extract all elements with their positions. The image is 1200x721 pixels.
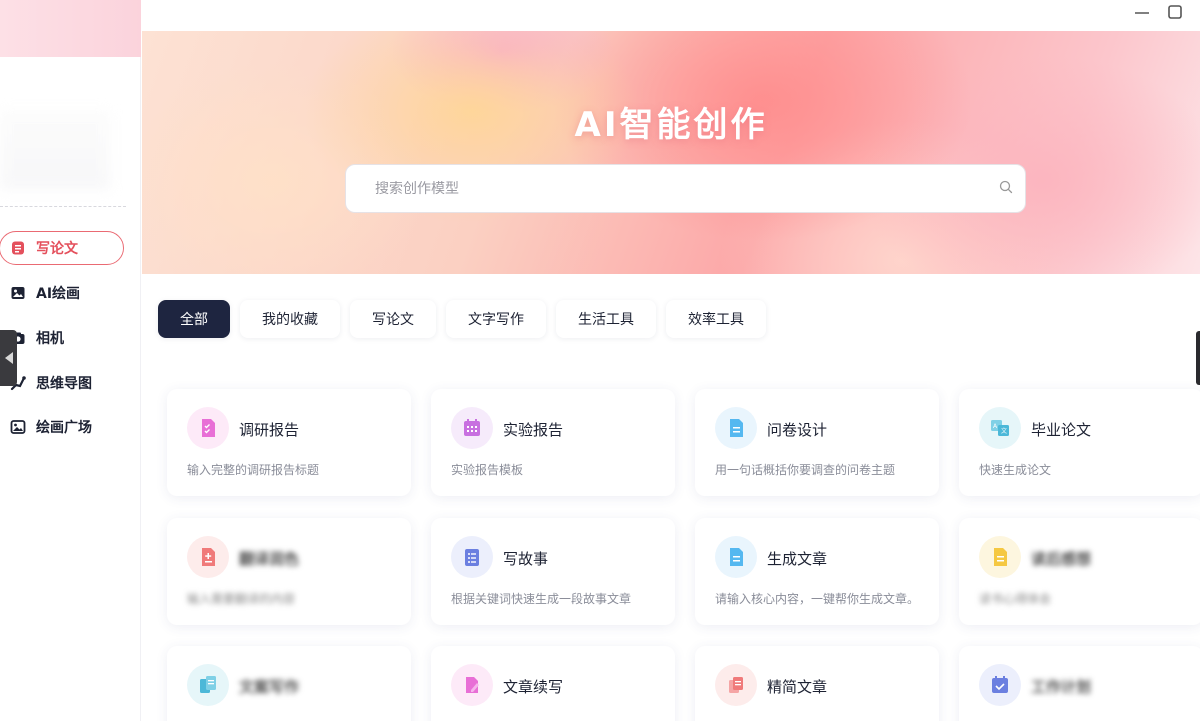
card-title: 文案写作 — [239, 678, 300, 696]
tab-favorites[interactable]: 我的收藏 — [240, 300, 340, 338]
template-card-experiment-report[interactable]: 实验报告 实验报告模板 — [431, 389, 675, 496]
card-title: 工作计划 — [1031, 678, 1092, 696]
card-title: 生成文章 — [767, 550, 828, 568]
template-card-simplify-article[interactable]: 精简文章 — [695, 646, 939, 721]
card-desc: 请输入核心内容，一键帮你生成文章。 — [715, 592, 920, 606]
card-title: 问卷设计 — [767, 421, 828, 439]
sidebar-user-area — [0, 110, 110, 190]
sidebar-item-ai-painting[interactable]: AI绘画 — [0, 276, 125, 310]
template-card-story[interactable]: 写故事 根据关键词快速生成一段故事文章 — [431, 518, 675, 625]
sidebar-item-label: 相机 — [36, 331, 64, 347]
minimize-icon — [1135, 12, 1149, 14]
search-box[interactable] — [345, 164, 1026, 213]
card-title: 调研报告 — [239, 421, 300, 439]
card-desc: 实验报告模板 — [451, 463, 524, 477]
card-title: 实验报告 — [503, 421, 564, 439]
card-desc: 读书心得体会 — [979, 592, 1052, 606]
template-card-thesis[interactable]: A文 毕业论文 快速生成论文 — [959, 389, 1200, 496]
document-icon — [10, 240, 26, 256]
doc-lines-icon — [715, 407, 757, 449]
sidebar-item-camera[interactable]: 相机 — [0, 321, 125, 355]
maximize-button[interactable] — [1163, 2, 1187, 22]
template-card-questionnaire[interactable]: 问卷设计 用一句话概括你要调查的问卷主题 — [695, 389, 939, 496]
sidebar-item-write-paper[interactable]: 写论文 — [0, 231, 124, 265]
right-panel-handle[interactable] — [1196, 331, 1200, 385]
card-desc: 输入需要翻译的内容 — [187, 592, 296, 606]
triangle-left-icon — [4, 352, 13, 364]
tab-all[interactable]: 全部 — [158, 300, 230, 338]
card-desc: 快速生成论文 — [979, 463, 1052, 477]
stack-doc-icon — [715, 664, 757, 706]
pen-doc-icon — [451, 664, 493, 706]
template-card-blurred-1[interactable]: 翻译润色 输入需要翻译的内容 — [167, 518, 411, 625]
template-card-blurred-3[interactable]: 文案写作 — [167, 646, 411, 721]
template-card-generate-article[interactable]: 生成文章 请输入核心内容，一键帮你生成文章。 — [695, 518, 939, 625]
sidebar: 写论文 AI绘画 相机 思维导图 绘画广场 — [0, 0, 141, 721]
hero-title: AI智能创作 — [574, 105, 768, 145]
card-title: 翻译润色 — [239, 550, 300, 568]
tab-text-writing[interactable]: 文字写作 — [446, 300, 546, 338]
minimize-button[interactable] — [1130, 2, 1154, 22]
maximize-icon — [1168, 5, 1182, 19]
template-card-continue-writing[interactable]: 文章续写 — [431, 646, 675, 721]
sidebar-item-label: 绘画广场 — [36, 420, 92, 436]
svg-text:文: 文 — [1001, 427, 1007, 435]
translate-doc-icon: A文 — [979, 407, 1021, 449]
card-desc: 用一句话概括你要调查的问卷主题 — [715, 463, 896, 477]
card-title: 文章续写 — [503, 678, 564, 696]
doc-plus-icon — [187, 536, 229, 578]
list-icon — [451, 536, 493, 578]
sidebar-item-mindmap[interactable]: 思维导图 — [0, 366, 125, 400]
doc-lines-icon — [979, 536, 1021, 578]
card-title: 写故事 — [503, 550, 549, 568]
calendar-grid-icon — [451, 407, 493, 449]
hero-banner: AI智能创作 — [142, 31, 1200, 274]
tab-life-tools[interactable]: 生活工具 — [556, 300, 656, 338]
sidebar-item-gallery[interactable]: 绘画广场 — [0, 410, 125, 444]
template-card-blurred-2[interactable]: 读后感想 读书心得体会 — [959, 518, 1200, 625]
checklist-icon — [187, 407, 229, 449]
template-card-research-report[interactable]: 调研报告 输入完整的调研报告标题 — [167, 389, 411, 496]
sidebar-item-label: 写论文 — [36, 241, 78, 257]
sidebar-divider — [0, 206, 126, 207]
calendar-check-icon — [979, 664, 1021, 706]
template-card-blurred-4[interactable]: 工作计划 — [959, 646, 1200, 721]
card-title: 精简文章 — [767, 678, 828, 696]
search-input[interactable] — [375, 180, 999, 197]
tab-write-paper[interactable]: 写论文 — [350, 300, 436, 338]
sidebar-item-label: AI绘画 — [36, 286, 81, 302]
sidebar-item-label: 思维导图 — [36, 376, 92, 392]
tab-efficiency-tools[interactable]: 效率工具 — [666, 300, 766, 338]
sidebar-logo-area — [0, 0, 141, 57]
sidebar-collapse-handle[interactable] — [0, 330, 17, 386]
image-icon — [10, 285, 26, 301]
search-icon[interactable] — [999, 179, 1013, 198]
doc-copy-icon — [187, 664, 229, 706]
card-desc: 输入完整的调研报告标题 — [187, 463, 320, 477]
card-title: 读后感想 — [1031, 550, 1092, 568]
card-title: 毕业论文 — [1031, 421, 1092, 439]
gallery-icon — [10, 419, 26, 435]
category-tabs: 全部 我的收藏 写论文 文字写作 生活工具 效率工具 — [158, 300, 776, 338]
doc-lines-icon — [715, 536, 757, 578]
card-desc: 根据关键词快速生成一段故事文章 — [451, 592, 632, 606]
